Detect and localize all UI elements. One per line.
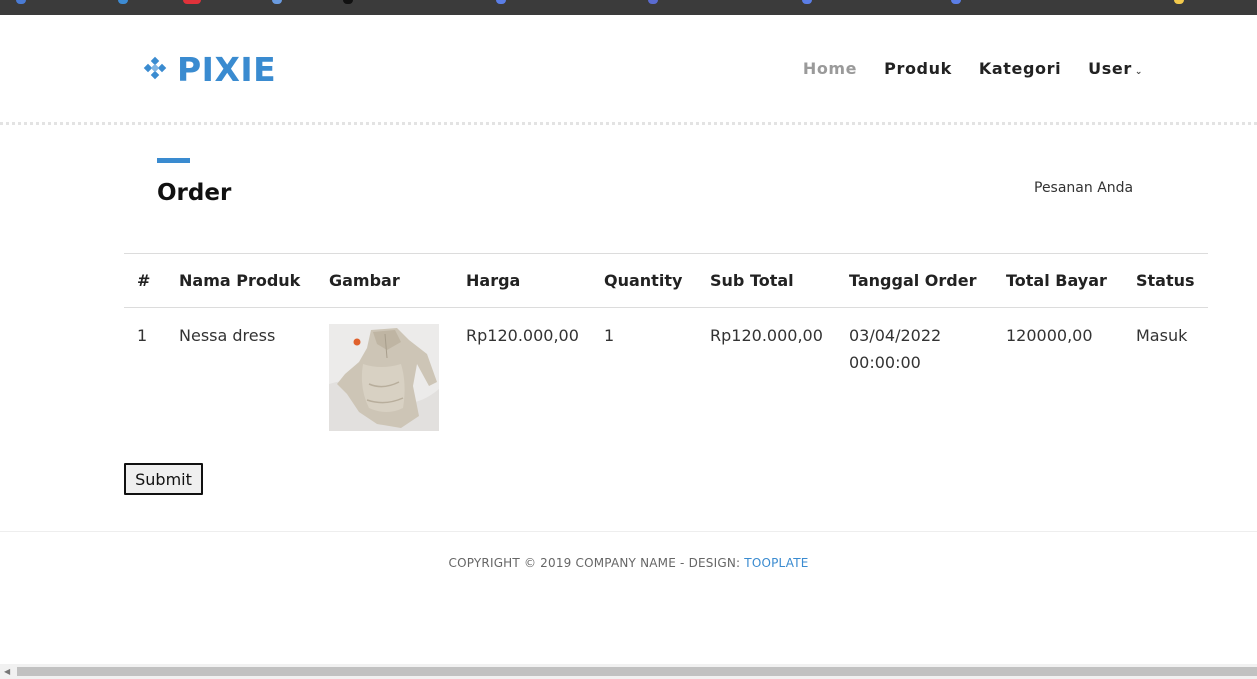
page-subtitle: Pesanan Anda bbox=[1034, 180, 1134, 196]
horizontal-scrollbar[interactable]: ◀ bbox=[0, 664, 1257, 679]
column-header-price: Harga bbox=[466, 271, 521, 290]
bookmark-icon[interactable] bbox=[118, 0, 128, 4]
bookmark-icon[interactable] bbox=[951, 0, 961, 4]
column-header-number: # bbox=[137, 271, 151, 290]
browser-bookmark-bar bbox=[0, 0, 1257, 15]
table-header-row: # Nama Produk Gambar Harga Quantity Sub … bbox=[124, 253, 1208, 308]
cell-quantity: 1 bbox=[604, 326, 615, 345]
table-row: 1 Nessa dress Rp120.000,00 1 Rp120.000,0… bbox=[124, 308, 1208, 432]
title-accent-bar bbox=[157, 158, 190, 163]
bookmark-icon[interactable] bbox=[802, 0, 812, 4]
nav-item-user-label: User bbox=[1088, 59, 1132, 78]
copyright-text: COPYRIGHT © 2019 COMPANY NAME - DESIGN: bbox=[448, 556, 745, 570]
column-header-order-date: Tanggal Order bbox=[849, 271, 977, 290]
cell-subtotal: Rp120.000,00 bbox=[710, 326, 823, 345]
main-nav: Home Produk Kategori User ⌄ bbox=[776, 59, 1143, 78]
bookmark-icon[interactable] bbox=[272, 0, 282, 4]
header-divider bbox=[0, 122, 1257, 125]
column-header-image: Gambar bbox=[329, 271, 400, 290]
diamond-pixel-icon bbox=[143, 56, 167, 79]
bookmark-icon[interactable] bbox=[496, 0, 506, 4]
order-time: 00:00:00 bbox=[849, 353, 921, 372]
cell-status: Masuk bbox=[1136, 326, 1188, 345]
bookmark-icon[interactable] bbox=[16, 0, 26, 4]
site-footer: COPYRIGHT © 2019 COMPANY NAME - DESIGN: … bbox=[0, 556, 1257, 570]
column-header-total: Total Bayar bbox=[1006, 271, 1107, 290]
nav-item-home[interactable]: Home bbox=[803, 59, 857, 78]
tooplate-link[interactable]: TOOPLATE bbox=[744, 556, 808, 570]
cell-total: 120000,00 bbox=[1006, 326, 1093, 345]
bookmark-icon[interactable] bbox=[343, 0, 353, 4]
bookmark-icon[interactable] bbox=[1174, 0, 1184, 4]
cell-product-name: Nessa dress bbox=[179, 326, 276, 345]
cell-price: Rp120.000,00 bbox=[466, 326, 579, 345]
page-title: Order bbox=[157, 180, 232, 206]
bookmark-icon[interactable] bbox=[648, 0, 658, 4]
nav-item-produk[interactable]: Produk bbox=[884, 59, 952, 78]
nav-item-kategori[interactable]: Kategori bbox=[979, 59, 1061, 78]
cell-image bbox=[316, 308, 453, 431]
column-header-subtotal: Sub Total bbox=[710, 271, 794, 290]
nav-item-user[interactable]: User ⌄ bbox=[1088, 59, 1143, 78]
cell-order-date: 03/04/2022 00:00:00 bbox=[836, 308, 993, 432]
column-header-status: Status bbox=[1136, 271, 1195, 290]
chevron-down-icon: ⌄ bbox=[1134, 67, 1143, 77]
scrollbar-thumb[interactable] bbox=[17, 667, 1257, 676]
order-table: # Nama Produk Gambar Harga Quantity Sub … bbox=[124, 253, 1208, 431]
bookmark-icon[interactable] bbox=[183, 0, 201, 4]
order-date: 03/04/2022 bbox=[849, 326, 942, 345]
brand-name: PIXIE bbox=[177, 50, 277, 89]
footer-divider bbox=[0, 531, 1257, 532]
cell-number: 1 bbox=[137, 326, 148, 345]
product-image bbox=[329, 324, 439, 431]
column-header-quantity: Quantity bbox=[604, 271, 683, 290]
submit-button[interactable]: Submit bbox=[124, 463, 203, 495]
column-header-product-name: Nama Produk bbox=[179, 271, 301, 290]
site-header: PIXIE Home Produk Kategori User ⌄ bbox=[0, 15, 1257, 122]
site-logo[interactable]: PIXIE bbox=[140, 53, 276, 86]
scroll-left-icon[interactable]: ◀ bbox=[4, 667, 10, 676]
